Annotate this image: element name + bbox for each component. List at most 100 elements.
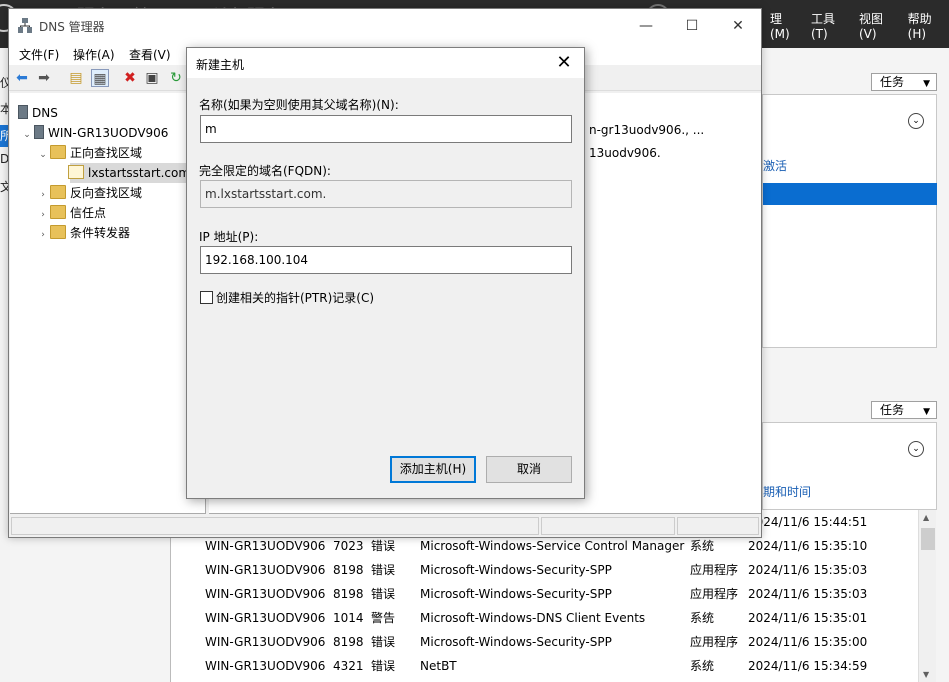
event-id: 8198	[333, 635, 364, 649]
table-row[interactable]: WIN-GR13UODV906 8198 错误 Microsoft-Window…	[171, 582, 919, 606]
tree-label: WIN-GR13UODV906	[48, 126, 169, 140]
show-tree-icon[interactable]: ▦	[91, 69, 109, 87]
dialog-titlebar: 新建主机 ✕	[187, 48, 584, 78]
scroll-thumb[interactable]	[921, 528, 935, 550]
table-row[interactable]: WIN-GR13UODV906 4321 错误 NetBT 系统 2024/11…	[171, 654, 919, 678]
event-id: 4321	[333, 659, 364, 673]
close-icon[interactable]: ✕	[552, 52, 576, 74]
chevron-down-icon: ▼	[923, 407, 930, 417]
activation-link[interactable]: 激活	[763, 157, 787, 174]
tree-item-trust-points[interactable]: › 信任点	[36, 203, 106, 223]
forward-arrow-icon[interactable]: ➡	[35, 69, 53, 87]
event-datetime: 2024/11/6 15:35:10	[748, 539, 868, 553]
event-source: NetBT	[420, 659, 457, 673]
tasks-label: 任务	[880, 403, 905, 417]
dns-titlebar: DNS 管理器 — ☐ ✕	[9, 9, 761, 43]
refresh-icon[interactable]: ↻	[167, 69, 185, 87]
ip-address-input[interactable]: 192.168.100.104	[200, 246, 572, 274]
record-row-1[interactable]: n-gr13uodv906., ...	[589, 123, 704, 137]
event-level: 错误	[371, 587, 396, 601]
menu-file[interactable]: 文件(F)	[19, 46, 59, 63]
event-type: 应用程序	[690, 635, 739, 649]
chevron-right-icon[interactable]: ›	[36, 205, 50, 225]
servers-panel: ⌄ 激活	[762, 94, 937, 348]
event-server: WIN-GR13UODV906	[205, 611, 326, 625]
menu-manage[interactable]: 理(M)	[762, 10, 803, 41]
table-row[interactable]: WIN-GR13UODV906 8198 错误 Microsoft-Window…	[171, 630, 919, 654]
cancel-button[interactable]: 取消	[486, 456, 572, 483]
ptr-label[interactable]: 创建相关的指针(PTR)记录(C)	[216, 289, 374, 306]
event-server: WIN-GR13UODV906	[205, 635, 326, 649]
menu-tools[interactable]: 工具(T)	[803, 10, 851, 41]
chevron-down-icon[interactable]: ⌄	[36, 145, 50, 165]
tree-item-forward-zones[interactable]: ⌄ 正向查找区域	[36, 143, 142, 163]
chevron-down-icon: ▼	[923, 79, 930, 89]
event-type: 应用程序	[690, 563, 739, 577]
menu-action[interactable]: 操作(A)	[73, 46, 115, 63]
event-type: 应用程序	[690, 587, 739, 601]
event-source: Microsoft-Windows-Security-SPP	[420, 587, 612, 601]
ip-label: IP 地址(P):	[199, 230, 259, 244]
zone-file-icon	[68, 165, 84, 179]
close-icon[interactable]: ✕	[715, 15, 761, 37]
event-level: 警告	[371, 611, 396, 625]
status-segment	[541, 517, 675, 535]
events-scrollbar[interactable]: ▲ ▼	[918, 510, 936, 682]
new-host-dialog: 新建主机 ✕ 名称(如果为空则使用其父域名称)(N): m 完全限定的域名(FQ…	[186, 47, 585, 499]
add-host-button[interactable]: 添加主机(H)	[390, 456, 476, 483]
tasks-dropdown-top[interactable]: 任务 ▼	[871, 73, 937, 91]
event-level: 错误	[371, 635, 396, 649]
selected-server-row[interactable]	[763, 183, 937, 205]
tree-item-reverse-zones[interactable]: › 反向查找区域	[36, 183, 142, 203]
folder-icon	[50, 225, 66, 239]
properties-icon[interactable]: ▣	[143, 69, 161, 87]
table-row[interactable]: WIN-GR13UODV906 8198 错误 Microsoft-Window…	[171, 558, 919, 582]
tree-label: 反向查找区域	[70, 186, 143, 200]
tree-label: DNS	[32, 106, 58, 120]
name-input[interactable]: m	[200, 115, 572, 143]
menu-help[interactable]: 帮助(H)	[900, 10, 949, 41]
column-datetime[interactable]: 期和时间	[763, 483, 811, 500]
scroll-up-icon[interactable]: ▲	[923, 513, 929, 522]
menu-view[interactable]: 查看(V)	[129, 46, 171, 63]
tree-item-server[interactable]: ⌄ WIN-GR13UODV906	[20, 123, 168, 143]
status-segment	[677, 517, 759, 535]
folder-icon	[50, 205, 66, 219]
scroll-down-icon[interactable]: ▼	[923, 670, 929, 679]
ptr-checkbox[interactable]	[200, 291, 213, 304]
expand-icon[interactable]: ⌄	[908, 441, 924, 457]
event-level: 错误	[371, 563, 396, 577]
event-id: 8198	[333, 587, 364, 601]
event-datetime: 2024/11/6 15:44:51	[748, 515, 868, 529]
up-folder-icon[interactable]: ▤	[67, 69, 85, 87]
tree-item-zone[interactable]: lxstartsstart.com	[68, 163, 190, 183]
minimize-icon[interactable]: —	[623, 15, 669, 37]
fqdn-label: 完全限定的域名(FQDN):	[199, 164, 331, 178]
back-arrow-icon[interactable]: ⬅	[13, 69, 31, 87]
expand-icon[interactable]: ⌄	[908, 113, 924, 129]
event-server: WIN-GR13UODV906	[205, 659, 326, 673]
event-id: 8198	[333, 563, 364, 577]
chevron-down-icon[interactable]: ⌄	[20, 125, 34, 145]
event-datetime: 2024/11/6 15:35:03	[748, 587, 868, 601]
delete-icon[interactable]: ✖	[121, 69, 139, 87]
event-datetime: 2024/11/6 15:35:03	[748, 563, 868, 577]
event-source: Microsoft-Windows-Security-SPP	[420, 635, 612, 649]
tasks-dropdown-events[interactable]: 任务 ▼	[871, 401, 937, 419]
tree-item-dns[interactable]: DNS	[18, 103, 58, 123]
record-row-2[interactable]: 13uodv906.	[589, 146, 661, 160]
menu-view[interactable]: 视图(V)	[851, 10, 900, 41]
chevron-right-icon[interactable]: ›	[36, 225, 50, 245]
chevron-right-icon[interactable]: ›	[36, 185, 50, 205]
fqdn-field: m.lxstartsstart.com.	[200, 180, 572, 208]
event-datetime: 2024/11/6 15:34:59	[748, 659, 868, 673]
maximize-icon[interactable]: ☐	[669, 15, 715, 37]
tree-label: lxstartsstart.com	[88, 166, 191, 180]
server-icon	[34, 125, 44, 139]
tree-item-conditional-forwarders[interactable]: › 条件转发器	[36, 223, 130, 243]
dns-tree-pane: DNS ⌄ WIN-GR13UODV906 ⌄ 正向查找区域 lxstartssta…	[10, 93, 206, 514]
dialog-title: 新建主机	[196, 58, 245, 72]
status-segment	[11, 517, 539, 535]
table-row[interactable]: WIN-GR13UODV906 1014 警告 Microsoft-Window…	[171, 606, 919, 630]
folder-icon	[50, 145, 66, 159]
